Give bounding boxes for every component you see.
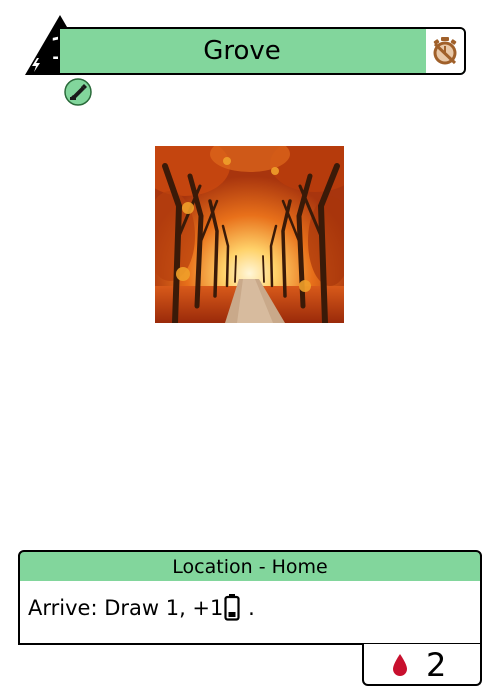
no-stopwatch-icon [433,37,457,65]
rules-text: Arrive: Draw 1, +1 . [28,593,255,621]
rules-prefix: Arrive: Draw 1, +1 [28,596,224,620]
blood-drop-icon [393,654,407,676]
type-line: Location - Home [172,556,328,578]
rules-suffix: . [248,596,255,620]
autumn-trees-image [155,146,344,323]
type-line-bar: Location - Home [18,550,482,583]
title-bar: Grove [58,27,466,75]
corner-icon-box [426,29,464,73]
trash-cost-value: 2 [426,646,447,684]
lightning-bolt-icon [32,58,40,72]
faction-badge-icon [64,78,92,106]
battery-icon [224,594,240,621]
card-title: Grove [203,36,281,66]
trash-cost-box: 2 [362,644,482,686]
rules-text-box: Arrive: Draw 1, +1 . [18,581,482,645]
card-artwork [155,146,344,323]
card: { "card": { "title": "Grove", "cost": "1… [0,0,500,700]
